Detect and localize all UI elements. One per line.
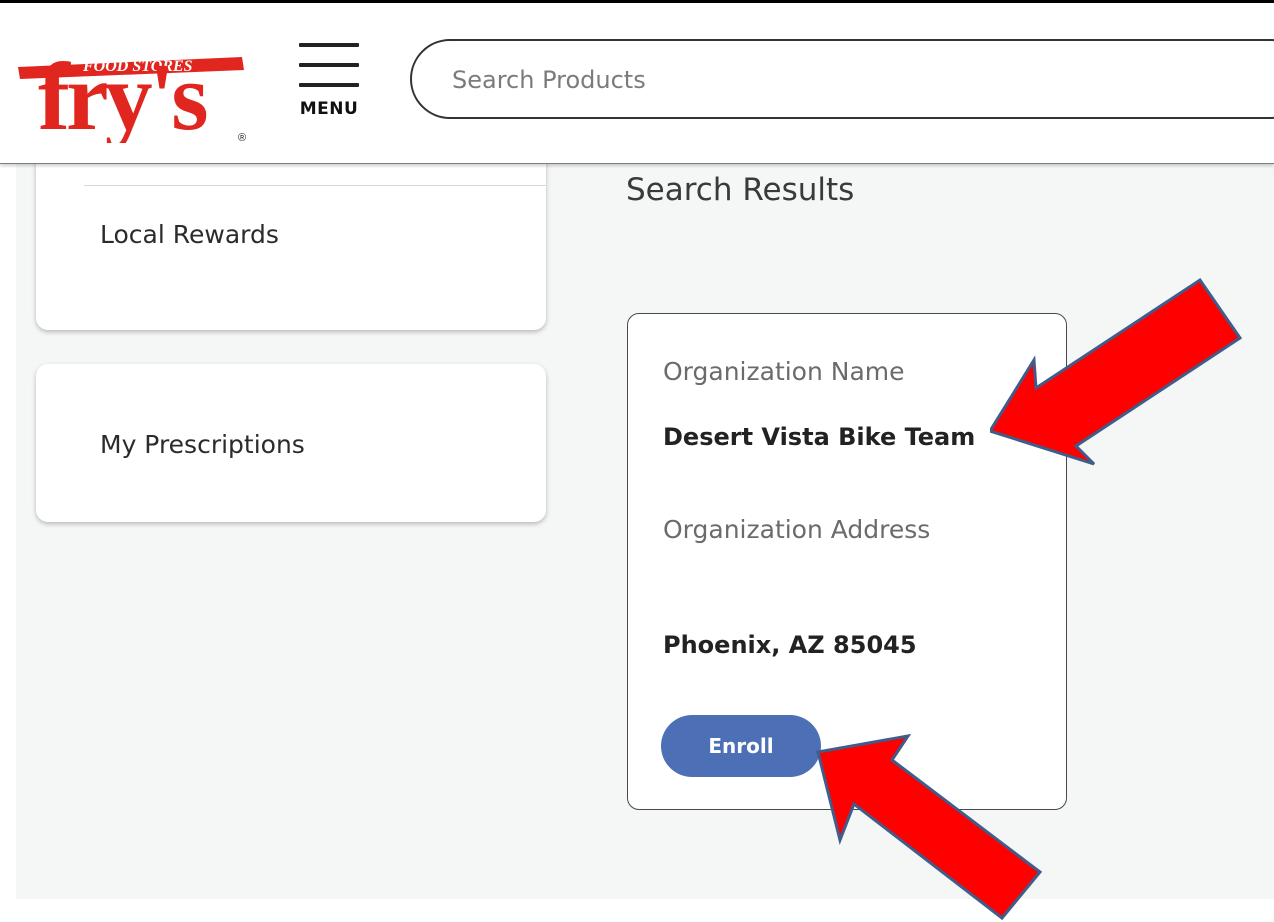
frys-logo[interactable]: FOOD STORES fry's ®: [16, 17, 252, 143]
sidebar-item-my-prescriptions[interactable]: My Prescriptions: [36, 364, 546, 522]
menu-button[interactable]: MENU: [293, 39, 365, 123]
organization-address-city: Phoenix, AZ 85045: [663, 631, 917, 659]
main-content: Local Rewards My Prescriptions Search Re…: [0, 164, 1274, 922]
organization-result-card: Organization Name Desert Vista Bike Team…: [627, 313, 1067, 810]
organization-address-label: Organization Address: [663, 515, 931, 544]
organization-name: Desert Vista Bike Team: [663, 423, 976, 451]
enroll-button[interactable]: Enroll: [661, 715, 821, 777]
logo-wordmark: fry's: [38, 43, 207, 143]
organization-name-label: Organization Name: [663, 357, 905, 386]
page-left-margin: [0, 164, 16, 922]
site-header: FOOD STORES fry's ® MENU: [0, 3, 1274, 164]
search-input[interactable]: [450, 59, 1234, 101]
page-bottom-margin: [0, 899, 1274, 922]
hamburger-icon: [299, 43, 359, 87]
logo-registered: ®: [238, 132, 246, 143]
search-bar[interactable]: [410, 39, 1274, 119]
sidebar-divider: [84, 185, 546, 186]
menu-label: MENU: [299, 99, 359, 119]
frys-logo-graphic: FOOD STORES fry's ®: [18, 43, 246, 143]
sidebar-item-label: My Prescriptions: [100, 430, 305, 459]
sidebar-item-label: Local Rewards: [100, 220, 279, 249]
page-title: Search Results: [626, 172, 855, 208]
sidebar-item-local-rewards[interactable]: Local Rewards: [36, 164, 546, 330]
